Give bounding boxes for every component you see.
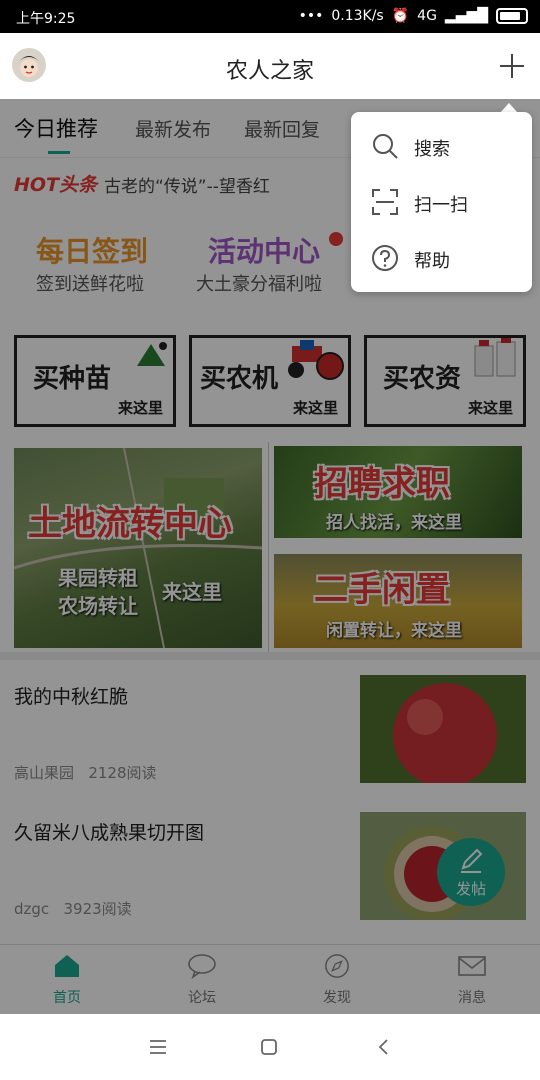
network-type: 4G <box>417 8 437 24</box>
popup-menu: 搜索 扫一扫 帮助 <box>351 112 532 292</box>
menu-label: 搜索 <box>414 139 450 160</box>
system-nav-bar <box>0 1014 540 1080</box>
menu-item-help[interactable]: 帮助 <box>351 230 532 286</box>
more-dots-icon: ••• <box>298 8 324 24</box>
signal-icon: ▂▄▆█ <box>444 8 488 24</box>
status-time: 上午9:25 <box>16 11 76 27</box>
menu-icon[interactable] <box>148 1038 168 1056</box>
alarm-icon: ⏰ <box>391 8 410 24</box>
scan-icon <box>372 189 398 215</box>
home-square-icon[interactable] <box>259 1038 279 1056</box>
status-bar: 上午9:25 ••• 0.13K/s ⏰ 4G ▂▄▆█ <box>0 0 540 33</box>
help-icon <box>372 245 398 271</box>
app-header: 农人之家 <box>0 33 540 99</box>
plus-icon[interactable] <box>498 52 526 80</box>
back-icon[interactable] <box>374 1038 394 1056</box>
menu-item-scan[interactable]: 扫一扫 <box>351 174 532 230</box>
menu-label: 扫一扫 <box>414 195 468 216</box>
menu-label: 帮助 <box>414 251 450 272</box>
status-right: ••• 0.13K/s ⏰ 4G ▂▄▆█ <box>299 8 528 24</box>
network-speed: 0.13K/s <box>331 8 384 24</box>
menu-item-search[interactable]: 搜索 <box>351 118 532 174</box>
battery-icon <box>496 8 528 24</box>
page-title: 农人之家 <box>225 59 314 84</box>
search-icon <box>373 134 398 159</box>
